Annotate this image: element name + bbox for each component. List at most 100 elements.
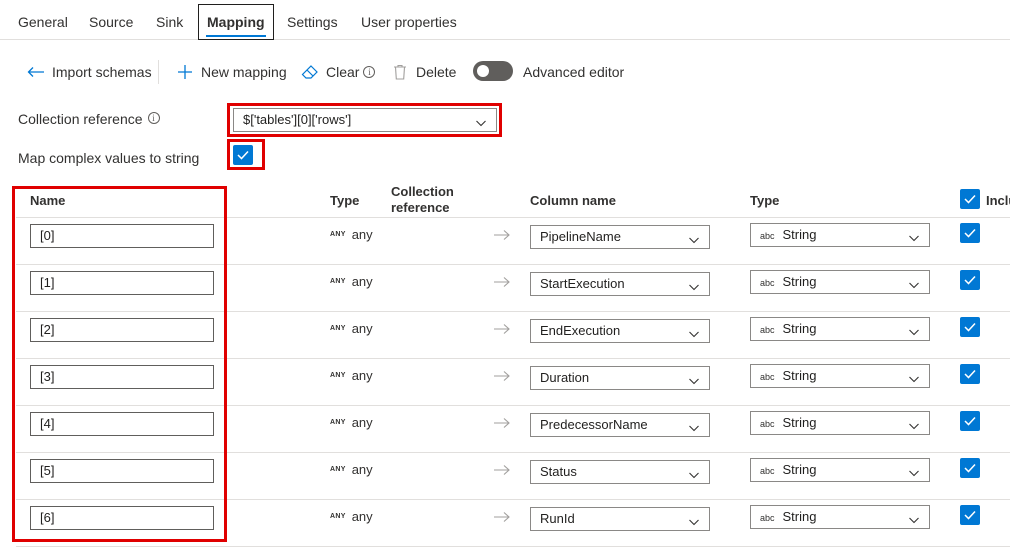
chevron-down-icon bbox=[688, 278, 700, 300]
advanced-editor-label-wrap: Advanced editor bbox=[523, 60, 624, 84]
tab-sink[interactable]: Sink bbox=[156, 4, 183, 40]
delete-button[interactable]: Delete bbox=[390, 60, 456, 84]
new-mapping-button[interactable]: New mapping bbox=[175, 60, 287, 84]
tab-source[interactable]: Source bbox=[89, 4, 133, 40]
chevron-down-icon bbox=[908, 276, 920, 298]
source-type: ANY any bbox=[330, 415, 373, 430]
chevron-down-icon bbox=[908, 370, 920, 392]
column-name-value: Status bbox=[540, 464, 577, 479]
source-type-value: any bbox=[351, 368, 373, 383]
column-name-dropdown[interactable]: StartExecution bbox=[530, 272, 710, 296]
checkmark-icon bbox=[964, 463, 976, 473]
arrow-right-icon bbox=[494, 512, 510, 522]
column-name-dropdown[interactable]: RunId bbox=[530, 507, 710, 531]
column-name-dropdown[interactable]: EndExecution bbox=[530, 319, 710, 343]
any-type-icon: ANY bbox=[330, 466, 346, 473]
sink-type-dropdown[interactable]: abc String bbox=[750, 458, 930, 482]
column-name-dropdown[interactable]: PipelineName bbox=[530, 225, 710, 249]
source-type: ANY any bbox=[330, 462, 373, 477]
column-name-value: StartExecution bbox=[540, 276, 625, 291]
tab-user-properties[interactable]: User properties bbox=[361, 4, 457, 40]
import-schemas-button[interactable]: Import schemas bbox=[26, 60, 152, 84]
include-checkbox[interactable] bbox=[960, 411, 980, 431]
source-type: ANY any bbox=[330, 509, 373, 524]
column-name-dropdown[interactable]: Status bbox=[530, 460, 710, 484]
plus-icon bbox=[175, 62, 195, 82]
source-type-value: any bbox=[351, 227, 373, 242]
map-complex-label: Map complex values to string bbox=[18, 150, 200, 166]
any-type-icon: ANY bbox=[330, 419, 346, 426]
include-checkbox[interactable] bbox=[960, 364, 980, 384]
column-name-dropdown[interactable]: Duration bbox=[530, 366, 710, 390]
column-name-value: EndExecution bbox=[540, 323, 621, 338]
sink-type-dropdown[interactable]: abc String bbox=[750, 270, 930, 294]
collection-reference-label: Collection reference bbox=[18, 111, 143, 127]
checkmark-icon bbox=[964, 416, 976, 426]
source-type: ANY any bbox=[330, 321, 373, 336]
tab-general[interactable]: General bbox=[18, 4, 68, 40]
any-type-icon: ANY bbox=[330, 278, 346, 285]
sink-type-dropdown[interactable]: abc String bbox=[750, 364, 930, 388]
arrow-right-icon bbox=[494, 277, 510, 287]
advanced-editor-label: Advanced editor bbox=[523, 64, 625, 80]
chevron-down-icon bbox=[688, 231, 700, 253]
string-type-icon: abc bbox=[760, 513, 775, 523]
sink-type-dropdown[interactable]: abc String bbox=[750, 317, 930, 341]
sink-type-value: String bbox=[782, 227, 817, 242]
checkmark-icon bbox=[964, 228, 976, 238]
tab-mapping[interactable]: Mapping bbox=[198, 4, 274, 40]
any-type-icon: ANY bbox=[330, 372, 346, 379]
checkmark-icon bbox=[964, 275, 976, 285]
column-name-value: PredecessorName bbox=[540, 417, 648, 432]
include-checkbox[interactable] bbox=[960, 505, 980, 525]
source-type-value: any bbox=[351, 321, 373, 336]
advanced-editor-toggle[interactable] bbox=[473, 61, 513, 81]
header-column-name: Column name bbox=[530, 193, 616, 208]
clear-button[interactable]: Clear i bbox=[300, 60, 376, 84]
string-type-icon: abc bbox=[760, 278, 775, 288]
clear-label: Clear bbox=[326, 64, 360, 80]
chevron-down-icon bbox=[688, 372, 700, 394]
checkmark-icon bbox=[237, 150, 249, 160]
clear-info-icon[interactable]: i bbox=[363, 66, 376, 78]
tab-settings[interactable]: Settings bbox=[287, 4, 338, 40]
source-type-value: any bbox=[351, 462, 373, 477]
tab-bar: General Source Sink Mapping Settings Use… bbox=[0, 0, 1010, 40]
any-type-icon: ANY bbox=[330, 231, 346, 238]
sink-type-dropdown[interactable]: abc String bbox=[750, 411, 930, 435]
toggle-knob bbox=[477, 65, 489, 77]
delete-label: Delete bbox=[416, 64, 457, 80]
chevron-down-icon bbox=[688, 466, 700, 488]
any-type-icon: ANY bbox=[330, 325, 346, 332]
string-type-icon: abc bbox=[760, 419, 775, 429]
include-checkbox[interactable] bbox=[960, 270, 980, 290]
column-name-dropdown[interactable]: PredecessorName bbox=[530, 413, 710, 437]
include-all-checkbox[interactable] bbox=[960, 189, 980, 209]
map-complex-checkbox[interactable] bbox=[233, 145, 253, 165]
source-type-value: any bbox=[351, 274, 373, 289]
include-checkbox[interactable] bbox=[960, 317, 980, 337]
chevron-down-icon bbox=[475, 114, 487, 136]
checkmark-icon bbox=[964, 194, 976, 204]
sink-type-dropdown[interactable]: abc String bbox=[750, 505, 930, 529]
collection-reference-dropdown[interactable]: $['tables'][0]['rows'] bbox=[233, 108, 497, 132]
chevron-down-icon bbox=[688, 513, 700, 535]
chevron-down-icon bbox=[908, 229, 920, 251]
source-type: ANY any bbox=[330, 368, 373, 383]
arrow-right-icon bbox=[494, 371, 510, 381]
arrow-right-icon bbox=[494, 324, 510, 334]
checkmark-icon bbox=[964, 510, 976, 520]
header-collection-reference: Collection reference bbox=[391, 184, 454, 215]
column-name-value: RunId bbox=[540, 511, 575, 526]
checkmark-icon bbox=[964, 369, 976, 379]
source-type: ANY any bbox=[330, 227, 373, 242]
include-checkbox[interactable] bbox=[960, 223, 980, 243]
include-checkbox[interactable] bbox=[960, 458, 980, 478]
sink-type-dropdown[interactable]: abc String bbox=[750, 223, 930, 247]
sink-type-value: String bbox=[782, 274, 817, 289]
arrow-right-icon bbox=[494, 465, 510, 475]
collection-reference-info-icon[interactable]: i bbox=[147, 112, 160, 124]
row-divider bbox=[16, 546, 1010, 547]
chevron-down-icon bbox=[688, 419, 700, 441]
sink-type-value: String bbox=[782, 462, 817, 477]
